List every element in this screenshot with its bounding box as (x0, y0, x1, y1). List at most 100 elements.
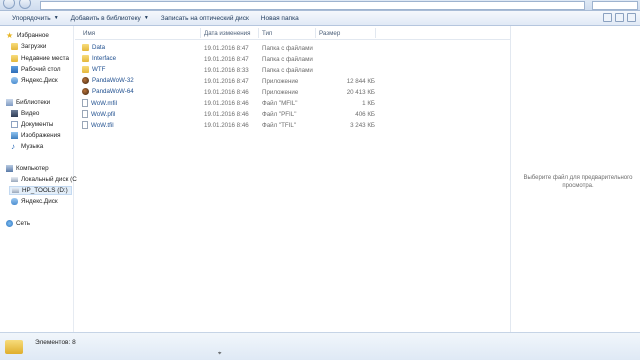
downloads-icon (11, 43, 18, 50)
file-size: 1 КБ (362, 100, 375, 107)
music-icon: ♪ (11, 142, 15, 151)
file-name-cell: WoW.pfil (82, 110, 115, 118)
chevron-down-icon: ▼ (53, 15, 59, 21)
nav-computer[interactable]: Компьютер (6, 165, 49, 172)
column-name[interactable]: Имя (83, 30, 95, 37)
computer-icon (6, 165, 13, 172)
address-path-field[interactable] (40, 1, 585, 10)
file-row[interactable]: WTF 19.01.2016 8:33 Папка с файлами (75, 65, 375, 76)
nav-music[interactable]: ♪ Музыка (11, 142, 44, 151)
file-name-cell: WoW.tfil (82, 121, 114, 129)
column-type[interactable]: Тип (262, 30, 272, 37)
help-icon[interactable] (627, 13, 636, 22)
column-divider[interactable] (200, 28, 201, 38)
documents-icon (11, 121, 18, 128)
search-input[interactable] (592, 1, 638, 10)
nav-hp-tools[interactable]: HP_TOOLS (D:) (9, 186, 72, 195)
column-date[interactable]: Дата изменения (204, 30, 251, 37)
nav-label: Яндекс.Диск (21, 77, 58, 84)
file-name: PandaWoW-64 (92, 88, 134, 95)
nav-label: Документы (21, 121, 54, 128)
nav-label: HP_TOOLS (D:) (22, 187, 68, 194)
nav-images[interactable]: Изображения (11, 132, 61, 139)
nav-network[interactable]: Сеть (6, 220, 30, 227)
libraries-icon (6, 99, 13, 106)
file-list-header: Имя Дата изменения Тип Размер (75, 26, 510, 40)
forward-button[interactable] (19, 0, 31, 9)
folder-icon (82, 44, 89, 51)
nav-downloads[interactable]: Загрузки (11, 43, 46, 50)
yandex-disk-icon (11, 198, 18, 205)
back-button[interactable] (3, 0, 15, 9)
file-row[interactable]: Data 19.01.2016 8:47 Папка с файлами (75, 43, 375, 54)
nav-label: Локальный диск (C (21, 176, 77, 183)
file-row[interactable]: WoW.mfil 19.01.2016 8:46 Файл "MFIL" 1 К… (75, 98, 375, 109)
file-name: WoW.mfil (91, 99, 118, 107)
folder-icon (5, 340, 23, 354)
nav-yandex-disk[interactable]: Яндекс.Диск (11, 77, 58, 84)
file-type: Файл "MFIL" (262, 100, 298, 107)
nav-label: Загрузки (21, 43, 47, 50)
file-name: WTF (92, 66, 106, 73)
file-row[interactable]: WoW.tfil 19.01.2016 8:46 Файл "TFIL" 3 2… (75, 120, 375, 131)
file-size: 12 844 КБ (346, 78, 375, 85)
nav-label: Компьютер (16, 165, 49, 172)
file-name-cell: PandaWoW-64 (82, 88, 134, 95)
column-size[interactable]: Размер (319, 30, 340, 37)
burn-disc-label: Записать на оптический диск (160, 14, 249, 22)
file-row[interactable]: Interface 19.01.2016 8:47 Папка с файлам… (75, 54, 375, 65)
nav-recent[interactable]: Недавние места (11, 55, 69, 62)
recent-places-icon (11, 55, 18, 62)
file-icon (82, 110, 88, 118)
nav-video[interactable]: Видео (11, 110, 39, 117)
preview-pane-icon[interactable] (615, 13, 624, 22)
nav-label: Недавние места (21, 55, 69, 62)
file-date: 19.01.2016 8:46 (204, 111, 249, 118)
file-row[interactable]: PandaWoW-64 19.01.2016 8:46 Приложение 2… (75, 87, 375, 98)
nav-local-disk[interactable]: Локальный диск (C (11, 176, 77, 183)
nav-favorites[interactable]: ★ Избранное (6, 32, 49, 40)
file-name: PandaWoW-32 (92, 77, 134, 84)
file-name: Data (92, 44, 106, 51)
preview-message: Выберите файл для предварительного просм… (523, 175, 633, 189)
add-to-library-label: Добавить в библиотеку (70, 14, 141, 22)
file-type: Приложение (262, 89, 299, 96)
navigation-pane: ★ Избранное Загрузки Недавние места Рабо… (0, 26, 77, 332)
item-count: Элементов: 8 (35, 339, 76, 346)
new-folder-button[interactable]: Новая папка (255, 15, 305, 22)
column-divider[interactable] (315, 28, 316, 38)
nav-libraries[interactable]: Библиотеки (6, 99, 50, 106)
nav-yandex-disk-computer[interactable]: Яндекс.Диск (11, 198, 58, 205)
burn-disc-button[interactable]: Записать на оптический диск (155, 15, 255, 22)
command-toolbar: Упорядочить ▼ Добавить в библиотеку ▼ За… (0, 11, 640, 26)
file-type: Папка с файлами (262, 56, 313, 63)
add-to-library-button[interactable]: Добавить в библиотеку ▼ (65, 15, 155, 22)
file-type: Приложение (262, 78, 299, 85)
nav-desktop[interactable]: Рабочий стол (11, 66, 61, 73)
app-icon (82, 77, 89, 84)
file-type: Папка с файлами (262, 67, 313, 74)
file-name: Interface (92, 55, 117, 62)
file-date: 19.01.2016 8:47 (204, 45, 249, 52)
file-name: WoW.tfil (91, 121, 114, 129)
nav-label: Музыка (21, 143, 44, 150)
column-divider[interactable] (258, 28, 259, 38)
view-controls (603, 13, 636, 22)
images-icon (11, 132, 18, 139)
file-date: 19.01.2016 8:46 (204, 122, 249, 129)
file-size: 20 413 КБ (346, 89, 375, 96)
file-date: 19.01.2016 8:46 (204, 100, 249, 107)
column-divider[interactable] (375, 28, 376, 38)
file-date: 19.01.2016 8:33 (204, 67, 249, 74)
organize-button[interactable]: Упорядочить ▼ (6, 15, 65, 22)
file-row[interactable]: PandaWoW-32 19.01.2016 8:47 Приложение 1… (75, 76, 375, 87)
file-row[interactable]: WoW.pfil 19.01.2016 8:46 Файл "PFIL" 406… (75, 109, 375, 120)
chevron-down-icon: ▼ (143, 15, 149, 21)
view-options-icon[interactable] (603, 13, 612, 22)
nav-label: Рабочий стол (21, 66, 61, 73)
organize-label: Упорядочить (12, 14, 51, 22)
nav-documents[interactable]: Документы (11, 121, 53, 128)
nav-label: Изображения (21, 132, 61, 139)
desktop-icon (11, 66, 18, 73)
file-date: 19.01.2016 8:46 (204, 89, 249, 96)
